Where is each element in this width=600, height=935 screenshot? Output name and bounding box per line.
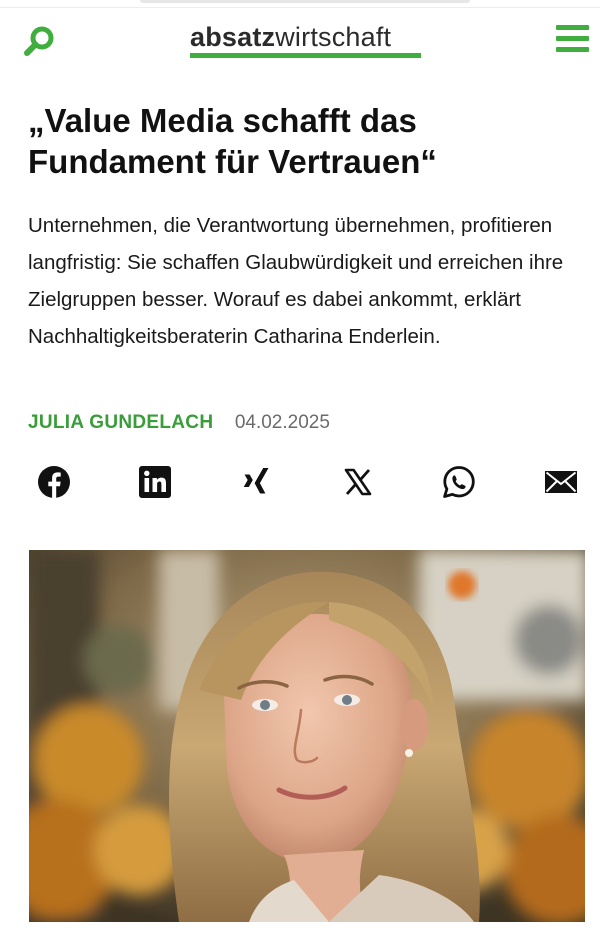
site-header: absatzwirtschaft <box>0 8 600 70</box>
logo-underline <box>190 53 421 58</box>
share-xing-button[interactable] <box>236 462 276 502</box>
article-meta: JULIA GUNDELACH 04.02.2025 <box>28 412 588 438</box>
mail-icon <box>545 471 577 493</box>
share-bar <box>0 462 600 506</box>
whatsapp-icon <box>443 466 475 498</box>
browser-top-edge <box>140 0 470 3</box>
search-icon <box>24 26 54 56</box>
logo-wordmark: absatzwirtschaft <box>190 22 422 52</box>
article-lead: Unternehmen, die Verantwortung übernehme… <box>28 214 564 348</box>
menu-button[interactable] <box>556 25 589 53</box>
share-mail-button[interactable] <box>541 462 581 502</box>
portrait-photo <box>29 550 585 922</box>
site-logo[interactable]: absatzwirtschaft <box>190 22 422 62</box>
share-x-button[interactable] <box>338 462 378 502</box>
linkedin-icon <box>139 466 171 498</box>
facebook-icon <box>38 466 70 498</box>
xing-icon <box>243 468 269 494</box>
author-link[interactable]: JULIA GUNDELACH <box>28 412 213 433</box>
logo-light-part: wirtschaft <box>275 22 392 52</box>
share-whatsapp-button[interactable] <box>439 462 479 502</box>
logo-bold-part: absatz <box>190 22 276 52</box>
share-linkedin-button[interactable] <box>135 462 175 502</box>
publish-date: 04.02.2025 <box>234 412 330 433</box>
x-icon <box>344 468 372 496</box>
search-button[interactable] <box>22 24 58 60</box>
article-headline: „Value Media schafft das Fundament für V… <box>28 102 437 180</box>
share-facebook-button[interactable] <box>34 462 74 502</box>
article-hero-image <box>29 550 585 922</box>
